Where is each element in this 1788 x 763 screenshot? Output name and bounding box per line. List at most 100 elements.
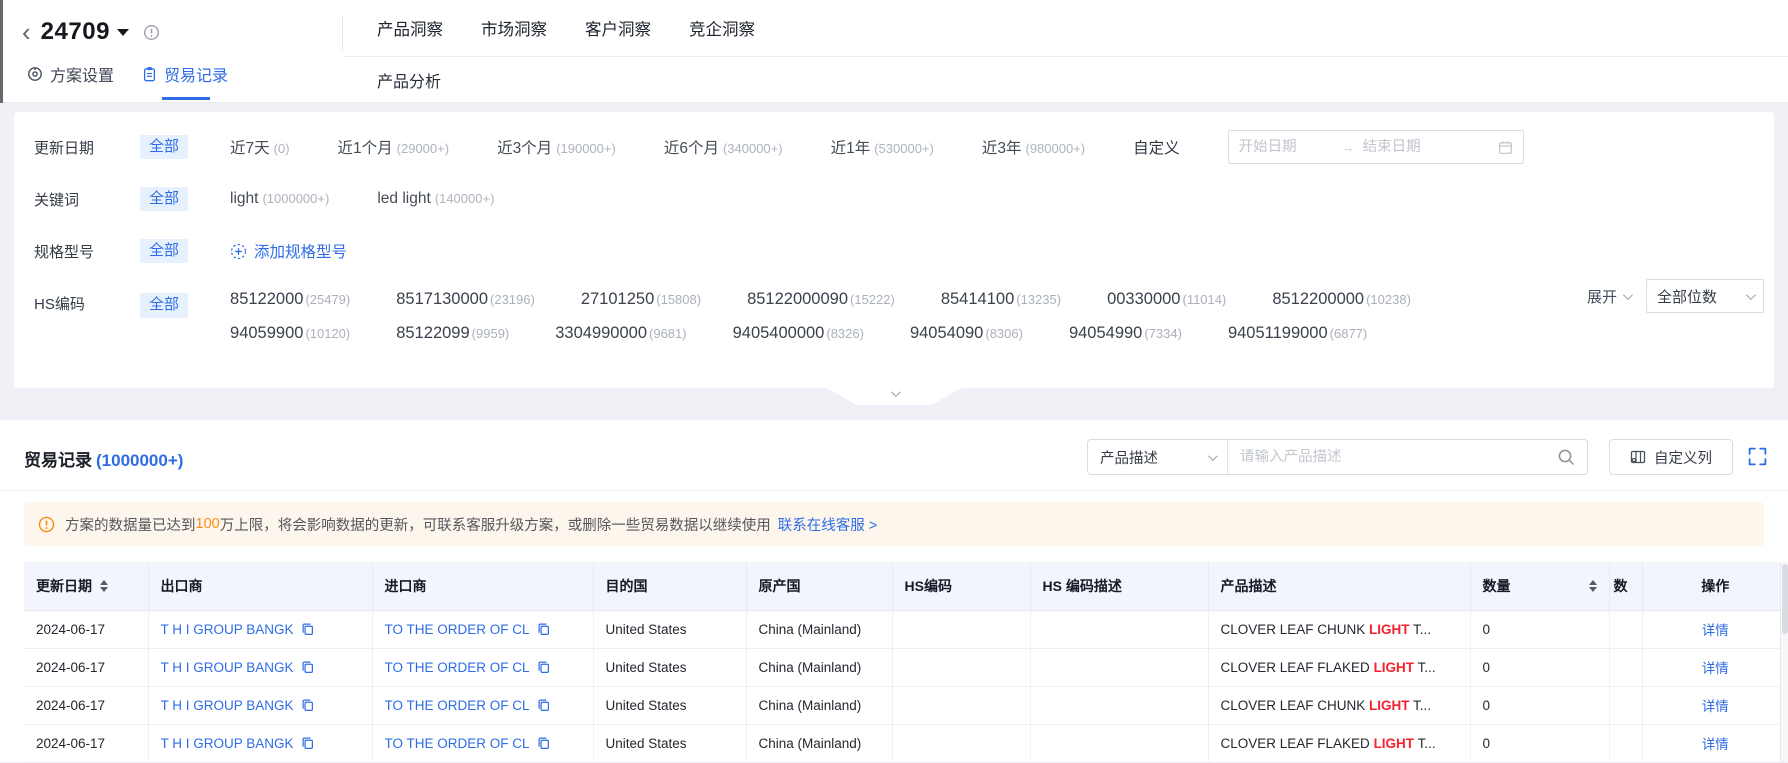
search-input[interactable]	[1240, 449, 1557, 465]
col-actions: 操作	[1642, 562, 1788, 611]
tab-trade-records[interactable]: 贸易记录	[142, 62, 228, 100]
importer-link[interactable]: TO THE ORDER OF CL	[385, 736, 530, 751]
hs-option[interactable]: 94054990 (7334)	[1069, 324, 1182, 343]
hs-option[interactable]: 8517130000 (23196)	[396, 290, 535, 309]
date-custom-label[interactable]: 自定义	[1133, 136, 1180, 158]
hs-option[interactable]: 94054090 (8306)	[910, 324, 1023, 343]
range-arrow-icon: →	[1340, 139, 1355, 155]
sort-icon[interactable]	[1588, 579, 1597, 592]
exporter-link[interactable]: T H I GROUP BANGK	[161, 698, 294, 713]
copy-icon[interactable]	[537, 622, 550, 636]
chevron-down-icon	[890, 388, 901, 398]
hs-option[interactable]: 85122000090 (15222)	[747, 290, 895, 309]
exporter-link[interactable]: T H I GROUP BANGK	[161, 622, 294, 637]
topbar: ‹ 24709 方案设置 贸易记录 产品洞察 市场洞察 客户洞察 竞企洞察 产品…	[0, 0, 1788, 103]
nav-customer-insight[interactable]: 客户洞察	[585, 16, 651, 40]
copy-icon[interactable]	[301, 660, 314, 674]
sort-icon[interactable]	[100, 579, 108, 592]
hs-option[interactable]: 85122099 (9959)	[396, 324, 509, 343]
hs-option[interactable]: 3304990000 (9681)	[555, 324, 686, 343]
contact-support-link[interactable]: 联系在线客服 >	[778, 514, 878, 535]
hs-option[interactable]: 9405400000 (8326)	[733, 324, 864, 343]
copy-icon[interactable]	[301, 698, 314, 712]
date-option-6m[interactable]: 近6个月 (340000+)	[664, 136, 783, 158]
date-option-7d[interactable]: 近7天 (0)	[230, 136, 290, 158]
copy-icon[interactable]	[537, 736, 550, 750]
keyword-all-chip[interactable]: 全部	[140, 186, 189, 212]
hs-all-chip[interactable]: 全部	[140, 293, 189, 318]
info-icon[interactable]	[143, 24, 160, 41]
gear-icon	[27, 66, 43, 82]
hs-option[interactable]: 94051199000 (6877)	[1228, 324, 1367, 343]
cell-update-date: 2024-06-17	[24, 610, 149, 649]
cell-update-date: 2024-06-17	[24, 686, 149, 725]
col-importer: 进口商	[372, 562, 594, 611]
fullscreen-icon[interactable]	[1747, 446, 1768, 467]
start-date-input[interactable]	[1238, 139, 1339, 155]
hs-option[interactable]: 85414100 (13235)	[941, 290, 1061, 309]
cell-hs-code	[892, 686, 1031, 725]
plan-caret-down-icon[interactable]	[116, 28, 129, 36]
search-icon[interactable]	[1557, 448, 1575, 466]
expand-toggle[interactable]: 展开	[1587, 286, 1633, 307]
cell-product-desc: CLOVER LEAF FLAKED LIGHT T...	[1208, 724, 1471, 763]
end-date-input[interactable]	[1362, 139, 1463, 155]
detail-link[interactable]: 详情	[1702, 737, 1729, 752]
hs-digits-select[interactable]: 全部位数	[1646, 279, 1764, 313]
nav-competitor-insight[interactable]: 竞企洞察	[689, 16, 755, 40]
importer-link[interactable]: TO THE ORDER OF CL	[385, 622, 530, 637]
hs-option[interactable]: 27101250 (15808)	[581, 290, 701, 309]
date-option-1m[interactable]: 近1个月 (29000+)	[338, 136, 450, 158]
scrollbar-track[interactable]	[1780, 562, 1788, 762]
cell-hs-code	[892, 648, 1031, 687]
customize-columns-button[interactable]: 自定义列	[1609, 439, 1733, 475]
tab-plan-settings[interactable]: 方案设置	[27, 62, 114, 86]
highlighted-keyword: LIGHT	[1369, 697, 1410, 713]
keyword-option-led-light[interactable]: led light (140000+)	[377, 190, 494, 208]
notice-text: 万上限，将会影响数据的更新，可联系客服升级方案，或删除一些贸易数据以继续使用	[219, 517, 771, 534]
search-field-select[interactable]: 产品描述	[1088, 440, 1228, 474]
back-icon[interactable]: ‹	[22, 19, 31, 45]
spec-all-chip[interactable]: 全部	[140, 238, 189, 264]
date-option-3m[interactable]: 近3个月 (190000+)	[497, 136, 616, 158]
table-row: 2024-06-17 T H I GROUP BANGK TO THE ORDE…	[24, 610, 1788, 649]
hs-option[interactable]: 00330000 (11014)	[1107, 290, 1226, 309]
clipboard-icon	[142, 66, 157, 82]
nav-market-insight[interactable]: 市场洞察	[481, 16, 547, 40]
hs-code-options: 85122000 (25479) 8517130000 (23196) 271012…	[230, 290, 1411, 343]
detail-link[interactable]: 详情	[1702, 699, 1729, 714]
hs-option[interactable]: 8512200000 (10238)	[1272, 290, 1411, 309]
copy-icon[interactable]	[301, 622, 314, 636]
hs-code-line-1: 85122000 (25479) 8517130000 (23196) 271012…	[230, 290, 1411, 309]
detail-link[interactable]: 详情	[1702, 623, 1729, 638]
filter-row-update-date: 更新日期 全部 近7天 (0) 近1个月 (29000+) 近3个月 (190000+…	[14, 121, 1774, 173]
date-option-1y[interactable]: 近1年 (530000+)	[831, 136, 934, 158]
date-range-picker[interactable]: →	[1227, 130, 1524, 164]
copy-icon[interactable]	[301, 736, 314, 750]
nav-product-insight[interactable]: 产品洞察	[377, 16, 443, 40]
detail-link[interactable]: 详情	[1702, 661, 1729, 676]
date-all-chip[interactable]: 全部	[140, 134, 189, 160]
table-header-row: 更新日期 出口商 进口商 目的国 原产国 HS编码 HS 编码描述 产品描述 数…	[24, 562, 1788, 611]
add-spec-button[interactable]: 添加规格型号	[230, 240, 347, 262]
filter-label: 更新日期	[34, 139, 95, 157]
quota-warning-banner: 方案的数据量已达到 100 万上限，将会影响数据的更新，可联系客服升级方案，或删除一…	[24, 502, 1764, 546]
date-option-3y[interactable]: 近3年 (980000+)	[982, 136, 1085, 158]
cell-destination: United States	[593, 648, 747, 687]
collapse-filters-tab[interactable]	[827, 388, 961, 405]
filter-label: 关键词	[34, 191, 80, 209]
importer-link[interactable]: TO THE ORDER OF CL	[385, 698, 530, 713]
subnav-product-analysis[interactable]: 产品分析	[377, 68, 441, 92]
copy-icon[interactable]	[537, 698, 550, 712]
copy-icon[interactable]	[537, 660, 550, 674]
hs-option[interactable]: 85122000 (25479)	[230, 290, 350, 309]
keyword-option-light[interactable]: light (1000000+)	[230, 190, 329, 208]
scrollbar-thumb[interactable]	[1782, 564, 1788, 634]
importer-link[interactable]: TO THE ORDER OF CL	[385, 660, 530, 675]
hs-option[interactable]: 94059900 (10120)	[230, 324, 350, 343]
cell-quantity: 0	[1470, 648, 1610, 687]
col-truncated: 数	[1609, 562, 1643, 611]
exporter-link[interactable]: T H I GROUP BANGK	[161, 736, 294, 751]
exporter-link[interactable]: T H I GROUP BANGK	[161, 660, 294, 675]
plan-id[interactable]: 24709	[41, 18, 110, 46]
